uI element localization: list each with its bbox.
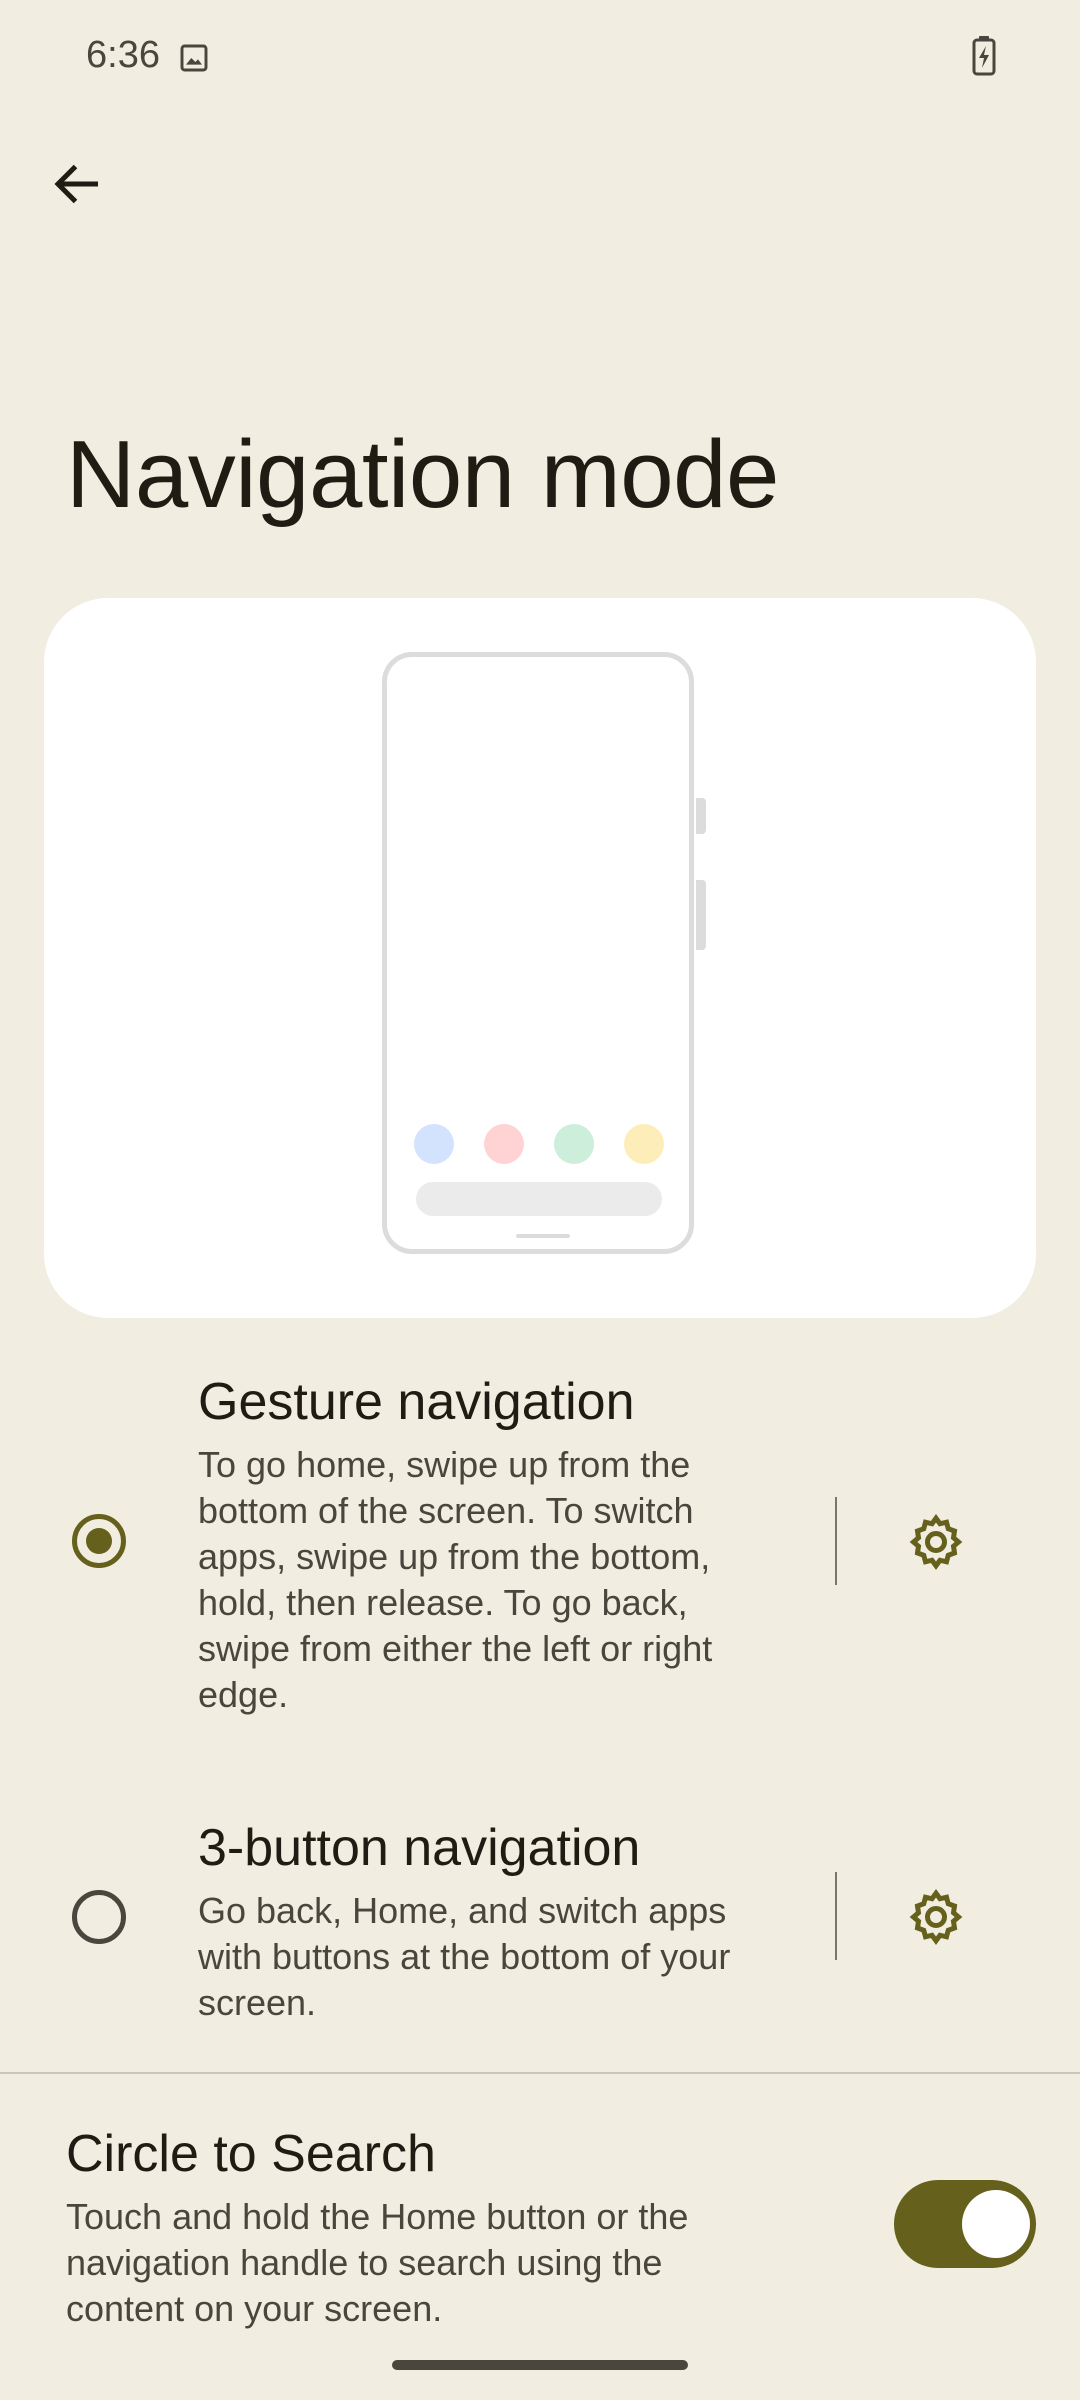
phone-side-button [696,880,706,950]
divider [835,1872,837,1960]
page-title: Navigation mode [66,421,779,528]
section-divider [0,2072,1080,2074]
gesture-navigation-radio[interactable] [72,1514,126,1568]
toggle-knob[interactable] [962,2190,1030,2258]
phone-side-button [696,798,706,834]
three-button-navigation-title[interactable]: 3-button navigation [198,1818,640,1878]
circle-to-search-description: Touch and hold the Home button or the na… [66,2196,689,2329]
gear-icon[interactable] [906,1887,966,1947]
dock-illustration [416,1182,662,1216]
app-dot [484,1124,524,1164]
gesture-navigation-title[interactable]: Gesture navigation [198,1372,635,1432]
gesture-navigation-bar[interactable] [392,2360,688,2370]
status-time: 6:36 [86,34,160,76]
gesture-handle-illustration [516,1234,570,1238]
gear-icon[interactable] [906,1512,966,1572]
circle-to-search-title[interactable]: Circle to Search [66,2124,436,2184]
app-dot [624,1124,664,1164]
three-button-navigation-radio[interactable] [72,1890,126,1944]
gesture-navigation-description: To go home, swipe up from the bottom of … [198,1444,713,1715]
app-dot [414,1124,454,1164]
three-button-navigation-description: Go back, Home, and switch apps with butt… [198,1890,731,2023]
battery-charging-icon [972,36,996,76]
divider [835,1497,837,1585]
back-arrow-icon[interactable] [48,154,108,214]
app-dot [554,1124,594,1164]
image-notification-icon [180,44,208,72]
